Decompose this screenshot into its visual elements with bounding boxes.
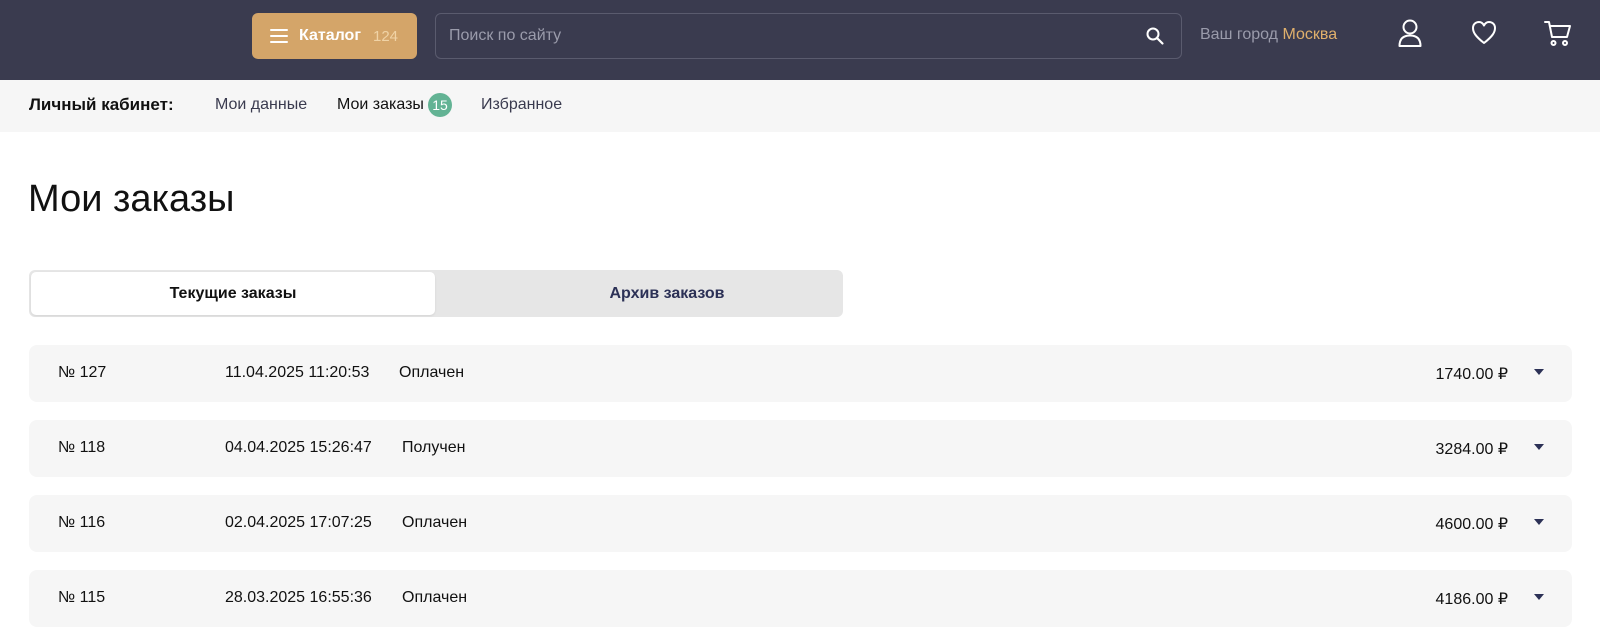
- city-label: Ваш город: [1200, 26, 1279, 43]
- orders-count-badge: 15: [428, 93, 452, 117]
- order-total: 4600.00 ₽: [1435, 516, 1508, 533]
- order-total: 1740.00 ₽: [1435, 366, 1508, 383]
- chevron-down-icon[interactable]: [1534, 519, 1544, 525]
- chevron-down-icon[interactable]: [1534, 594, 1544, 600]
- order-date: 04.04.2025 15:26:47: [225, 439, 372, 456]
- order-date: 11.04.2025 11:20:53: [225, 364, 370, 381]
- menu-icon: [270, 29, 288, 43]
- nav-my-orders[interactable]: Мои заказы: [337, 96, 424, 114]
- order-status: Оплачен: [402, 589, 468, 606]
- order-row[interactable]: № 118 04.04.2025 15:26:47 Получен 3284.0…: [29, 420, 1572, 477]
- search-input[interactable]: [436, 14, 1126, 58]
- city-selector: Ваш город Москва: [1200, 26, 1337, 44]
- order-number: № 115: [58, 589, 106, 606]
- order-row[interactable]: № 115 28.03.2025 16:55:36 Оплачен 4186.0…: [29, 570, 1572, 627]
- chevron-down-icon[interactable]: [1534, 369, 1544, 375]
- search-box: [435, 13, 1182, 59]
- order-total: 3284.00 ₽: [1435, 441, 1508, 458]
- user-icon[interactable]: [1396, 18, 1424, 48]
- order-status: Получен: [402, 439, 466, 456]
- page-title: Мои заказы: [28, 178, 235, 220]
- tab-orders-archive[interactable]: Архив заказов: [465, 272, 869, 315]
- nav-my-data[interactable]: Мои данные: [215, 96, 307, 114]
- city-name-link[interactable]: Москва: [1282, 26, 1337, 43]
- catalog-count: 124: [372, 27, 399, 45]
- tab-current-orders[interactable]: Текущие заказы: [31, 272, 435, 315]
- nav-favorites[interactable]: Избранное: [481, 96, 562, 114]
- account-nav: Личный кабинет: Мои данные Мои заказы 15…: [0, 80, 1600, 132]
- order-number: № 118: [58, 439, 106, 456]
- search-icon[interactable]: [1145, 26, 1165, 46]
- order-number: № 127: [58, 364, 107, 381]
- catalog-button[interactable]: Каталог 124: [252, 13, 417, 59]
- order-date: 28.03.2025 16:55:36: [225, 589, 372, 606]
- order-date: 02.04.2025 17:07:25: [225, 514, 372, 531]
- order-number: № 116: [58, 514, 106, 531]
- heart-icon[interactable]: [1470, 18, 1498, 48]
- cart-icon[interactable]: [1544, 18, 1572, 48]
- order-status: Оплачен: [402, 514, 468, 531]
- top-header: Каталог 124 Ваш город Москва: [0, 0, 1600, 80]
- order-row[interactable]: № 127 11.04.2025 11:20:53 Оплачен 1740.0…: [29, 345, 1572, 402]
- chevron-down-icon[interactable]: [1534, 444, 1544, 450]
- order-status: Оплачен: [399, 364, 465, 381]
- order-total: 4186.00 ₽: [1435, 591, 1508, 608]
- orders-tabs: Текущие заказы Архив заказов: [29, 270, 843, 317]
- catalog-label: Каталог: [299, 27, 361, 44]
- account-nav-title: Личный кабинет:: [29, 95, 174, 114]
- order-row[interactable]: № 116 02.04.2025 17:07:25 Оплачен 4600.0…: [29, 495, 1572, 552]
